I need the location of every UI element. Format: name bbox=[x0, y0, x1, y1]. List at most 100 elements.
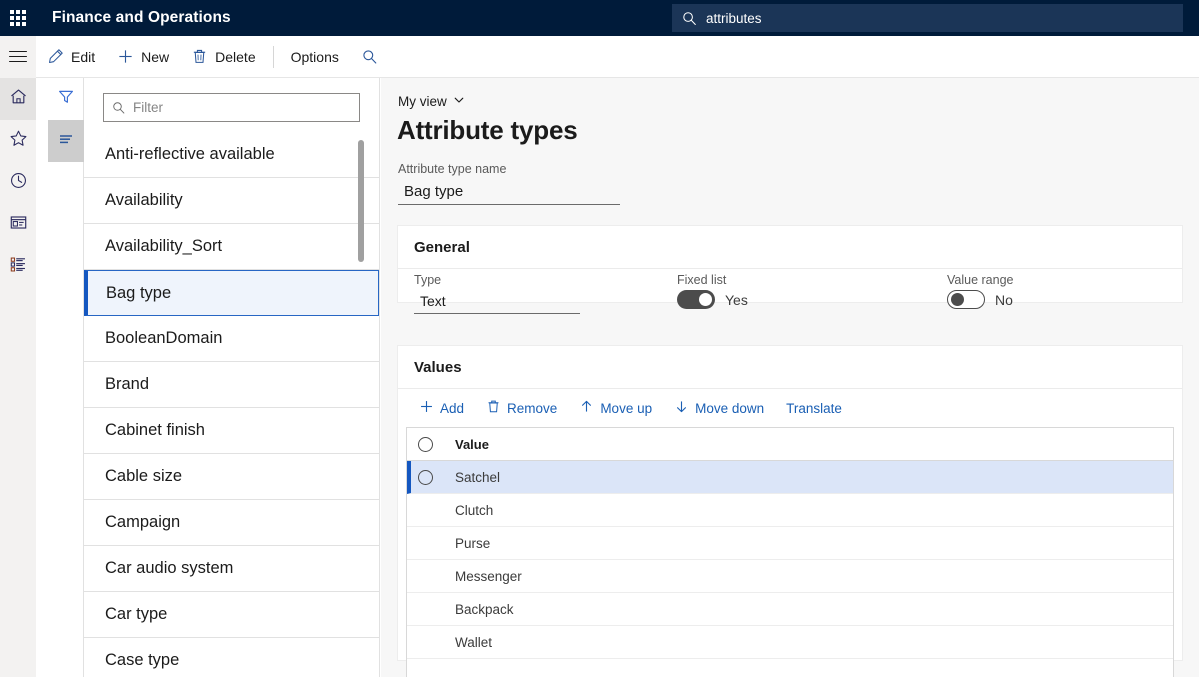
attribute-type-name-input[interactable] bbox=[398, 179, 620, 205]
cell-value: Purse bbox=[455, 536, 490, 551]
delete-button[interactable]: Delete bbox=[180, 36, 266, 78]
values-grid: Value Satchel Clutch Purse Messenger Backpac… bbox=[406, 427, 1174, 677]
search-icon bbox=[362, 49, 378, 65]
translate-button[interactable]: Translate bbox=[777, 396, 851, 421]
list-item-selected[interactable]: Bag type bbox=[84, 270, 379, 316]
app-launcher-icon[interactable] bbox=[0, 0, 36, 36]
move-down-button[interactable]: Move down bbox=[665, 394, 773, 422]
list-item[interactable]: BooleanDomain bbox=[84, 316, 379, 362]
list-item-label: Bag type bbox=[106, 284, 171, 303]
chevron-down-icon bbox=[453, 94, 465, 109]
list-item[interactable]: Cable size bbox=[84, 454, 379, 500]
value-range-field: Value range No bbox=[947, 273, 1014, 309]
value-range-state: No bbox=[995, 292, 1013, 308]
global-search[interactable] bbox=[672, 4, 1183, 32]
table-row[interactable]: Messenger bbox=[407, 560, 1173, 593]
list-item[interactable]: Brand bbox=[84, 362, 379, 408]
list-item[interactable]: Cabinet finish bbox=[84, 408, 379, 454]
list-pane-button[interactable] bbox=[48, 120, 84, 162]
table-row[interactable]: Clutch bbox=[407, 494, 1173, 527]
values-grid-body: Satchel Clutch Purse Messenger Backpack Walle… bbox=[407, 461, 1173, 677]
trash-icon bbox=[486, 399, 501, 417]
list-item-label: Availability bbox=[105, 191, 183, 210]
sidebar-item-home[interactable] bbox=[0, 78, 36, 120]
list-item[interactable]: Case type bbox=[84, 638, 379, 677]
remove-value-button[interactable]: Remove bbox=[477, 394, 566, 422]
type-input[interactable] bbox=[414, 289, 580, 314]
fixed-list-label: Fixed list bbox=[677, 273, 748, 287]
fixed-list-field: Fixed list Yes bbox=[677, 273, 748, 309]
filter-wrapper bbox=[84, 78, 379, 132]
values-section-header[interactable]: Values bbox=[398, 346, 1182, 389]
list-item-label: Car audio system bbox=[105, 559, 233, 578]
arrow-down-icon bbox=[674, 399, 689, 417]
global-search-input[interactable] bbox=[706, 11, 1173, 26]
column-header-value: Value bbox=[455, 437, 489, 452]
command-search-button[interactable] bbox=[350, 36, 390, 78]
fixed-list-toggle[interactable] bbox=[677, 290, 715, 309]
command-bar: Edit New Delete Options bbox=[0, 36, 1199, 78]
list-item[interactable]: Availability_Sort bbox=[84, 224, 379, 270]
hamburger-icon[interactable] bbox=[0, 36, 36, 78]
sidebar-item-favorites[interactable] bbox=[0, 120, 36, 162]
list-item[interactable]: Car type bbox=[84, 592, 379, 638]
options-button[interactable]: Options bbox=[280, 36, 350, 78]
navigation-rail bbox=[0, 78, 36, 677]
delete-label: Delete bbox=[215, 49, 255, 65]
type-label: Type bbox=[414, 273, 580, 287]
filter-input-container[interactable] bbox=[103, 93, 360, 122]
select-all-radio[interactable] bbox=[418, 437, 433, 452]
star-icon bbox=[9, 129, 28, 153]
cell-value: Wallet bbox=[455, 635, 492, 650]
row-select-radio[interactable] bbox=[418, 470, 433, 485]
table-row[interactable]: Backpack bbox=[407, 593, 1173, 626]
table-row-blank bbox=[407, 659, 1173, 677]
values-section: Values Add Remove Move up bbox=[397, 345, 1183, 661]
filter-icon bbox=[57, 88, 75, 111]
general-section-body: Type Fixed list Yes Value range No bbox=[398, 269, 1182, 303]
edit-button[interactable]: Edit bbox=[36, 36, 106, 78]
list-scrollbar[interactable] bbox=[358, 140, 364, 262]
cell-value: Clutch bbox=[455, 503, 493, 518]
home-icon bbox=[9, 87, 28, 111]
move-up-label: Move up bbox=[600, 401, 652, 416]
table-row[interactable]: Purse bbox=[407, 527, 1173, 560]
main-content: My view Attribute types Attribute type n… bbox=[381, 78, 1199, 677]
sidebar-item-modules[interactable] bbox=[0, 246, 36, 288]
new-button[interactable]: New bbox=[106, 36, 180, 78]
table-row[interactable]: Wallet bbox=[407, 626, 1173, 659]
filter-input[interactable] bbox=[133, 100, 351, 115]
list-item-label: Anti-reflective available bbox=[105, 145, 275, 164]
remove-value-label: Remove bbox=[507, 401, 557, 416]
plus-icon bbox=[117, 48, 134, 65]
list-panel-icon-column bbox=[48, 78, 84, 677]
sidebar-item-workspaces[interactable] bbox=[0, 204, 36, 246]
general-section-header[interactable]: General bbox=[398, 226, 1182, 269]
move-up-button[interactable]: Move up bbox=[570, 394, 661, 422]
add-value-button[interactable]: Add bbox=[410, 394, 473, 422]
list-item-label: Campaign bbox=[105, 513, 180, 532]
list-item-label: BooleanDomain bbox=[105, 329, 222, 348]
page-title: Attribute types bbox=[397, 115, 1199, 146]
cell-value: Messenger bbox=[455, 569, 522, 584]
list-item[interactable]: Campaign bbox=[84, 500, 379, 546]
list-item[interactable]: Car audio system bbox=[84, 546, 379, 592]
modules-icon bbox=[9, 255, 28, 279]
move-down-label: Move down bbox=[695, 401, 764, 416]
list-item-label: Cabinet finish bbox=[105, 421, 205, 440]
add-value-label: Add bbox=[440, 401, 464, 416]
type-field: Type bbox=[414, 273, 580, 314]
view-selector[interactable]: My view bbox=[398, 94, 465, 109]
value-range-toggle[interactable] bbox=[947, 290, 985, 309]
list-item[interactable]: Availability bbox=[84, 178, 379, 224]
list-item[interactable]: Anti-reflective available bbox=[84, 132, 379, 178]
sidebar-item-recent[interactable] bbox=[0, 162, 36, 204]
new-label: New bbox=[141, 49, 169, 65]
filter-pane-button[interactable] bbox=[48, 78, 84, 120]
list-item-label: Car type bbox=[105, 605, 167, 624]
search-icon bbox=[112, 101, 126, 115]
table-row[interactable]: Satchel bbox=[407, 461, 1173, 494]
general-section: General Type Fixed list Yes Value range … bbox=[397, 225, 1183, 303]
attribute-type-list-panel: Anti-reflective available Availability Ava… bbox=[84, 78, 380, 677]
value-range-label: Value range bbox=[947, 273, 1014, 287]
